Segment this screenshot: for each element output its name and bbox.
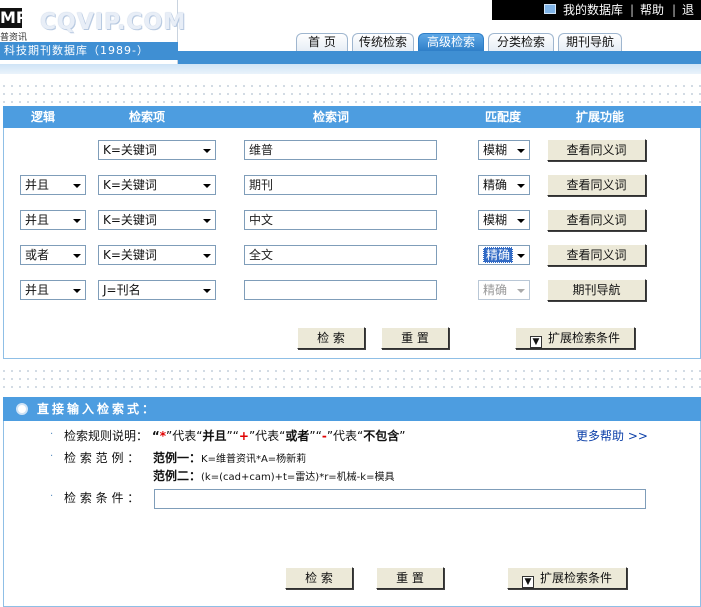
download-arrow-icon: ▼ [521, 576, 534, 588]
folder-icon [544, 4, 556, 14]
term-input[interactable]: 期刊 [244, 175, 437, 195]
chevron-down-icon [199, 246, 215, 264]
separator: | [672, 3, 677, 17]
chevron-down-icon [199, 141, 215, 159]
logic-select[interactable]: 并且 [20, 280, 86, 300]
example-label: 检 索 范 例 ： [64, 451, 140, 465]
chevron-down-icon [199, 281, 215, 299]
example-2: 范例二：(k=(cad+cam)+t=雷达)*r=机械-k=模具 [153, 469, 395, 483]
chevron-down-icon [513, 281, 529, 299]
logo: MP CQVIP.COM 普资讯 科技期刊数据库（1989-） [0, 0, 185, 64]
tab-traditional-search[interactable]: 传统检索 [352, 33, 414, 51]
chevron-down-icon [69, 176, 85, 194]
synonym-button[interactable]: 查看同义词 [547, 244, 646, 266]
field-select[interactable]: J=刊名 [98, 280, 216, 300]
chevron-down-icon [513, 211, 529, 229]
condition-input[interactable] [154, 489, 646, 509]
journal-navigation-button[interactable]: 期刊导航 [547, 279, 646, 301]
example-1: 范例一：K=维普资讯*A=杨新莉 [153, 451, 307, 465]
match-select[interactable]: 精确 [478, 175, 530, 195]
more-help-link[interactable]: 更多帮助 >> [576, 427, 648, 444]
chevron-down-icon [513, 246, 529, 264]
term-input[interactable]: 全文 [244, 245, 437, 265]
match-select[interactable]: 模糊 [478, 210, 530, 230]
my-database-link[interactable]: 我的数据库 [563, 0, 623, 20]
rules-line: 检索规则说明： “*”代表“并且”“+”代表“或者”“-”代表“不包含” [64, 429, 406, 443]
header-band [0, 64, 701, 74]
chevron-down-icon [513, 141, 529, 159]
expand-conditions-button[interactable]: ▼ 扩展检索条件 [515, 327, 635, 349]
chevron-down-icon [69, 211, 85, 229]
gear-icon [16, 403, 28, 415]
database-banner: 科技期刊数据库（1989-） [0, 42, 178, 60]
logic-select[interactable]: 或者 [20, 245, 86, 265]
header-bar [178, 51, 701, 64]
direct-expand-conditions-button[interactable]: ▼ 扩展检索条件 [507, 567, 627, 589]
direct-search-button[interactable]: 检 索 [285, 567, 353, 589]
search-button[interactable]: 检 索 [297, 327, 365, 349]
logic-select[interactable]: 并且 [20, 210, 86, 230]
chevron-down-icon [69, 246, 85, 264]
tab-advanced-search[interactable]: 高级检索 [418, 33, 484, 51]
synonym-button[interactable]: 查看同义词 [547, 209, 646, 231]
condition-label: 检 索 条 件 ： [64, 491, 140, 505]
rules-label: 检索规则说明： [64, 429, 149, 443]
chevron-down-icon [69, 281, 85, 299]
chevron-down-icon [199, 176, 215, 194]
synonym-button[interactable]: 查看同义词 [547, 174, 646, 196]
dot-divider [0, 367, 701, 393]
direct-input-title: 直接输入检索式： [37, 402, 158, 416]
term-input[interactable] [244, 280, 437, 300]
logo-mark: MP [0, 8, 28, 28]
chevron-down-icon [199, 211, 215, 229]
download-arrow-icon: ▼ [529, 336, 542, 348]
header-term: 检索词 [313, 110, 350, 124]
field-select[interactable]: K=关键词 [98, 245, 216, 265]
header-extension: 扩展功能 [576, 110, 625, 124]
term-input[interactable]: 中文 [244, 210, 437, 230]
top-bar: 我的数据库 | 帮助 | 退出 [492, 0, 701, 37]
table-header: 逻辑 检索项 检索词 匹配度 扩展功能 [3, 106, 701, 128]
match-select[interactable]: 精确 [478, 245, 530, 265]
dot-divider [0, 82, 701, 104]
field-select[interactable]: K=关键词 [98, 175, 216, 195]
match-select[interactable]: 模糊 [478, 140, 530, 160]
bullet-icon: · [50, 451, 54, 462]
tab-category-search[interactable]: 分类检索 [488, 33, 554, 51]
logic-select[interactable]: 并且 [20, 175, 86, 195]
chevron-down-icon [513, 176, 529, 194]
reset-button[interactable]: 重 置 [381, 327, 449, 349]
direct-reset-button[interactable]: 重 置 [376, 567, 444, 589]
help-link[interactable]: 帮助 [640, 0, 664, 20]
bullet-icon: · [50, 429, 54, 440]
synonym-button[interactable]: 查看同义词 [547, 139, 646, 161]
tab-home[interactable]: 首 页 [296, 33, 348, 51]
separator: | [630, 3, 635, 17]
tab-journal-navigation[interactable]: 期刊导航 [558, 33, 622, 51]
field-select[interactable]: K=关键词 [98, 140, 216, 160]
header-field: 检索项 [129, 110, 166, 124]
header-logic: 逻辑 [31, 110, 56, 124]
bullet-icon: · [50, 491, 54, 502]
field-select[interactable]: K=关键词 [98, 210, 216, 230]
match-select-disabled: 精确 [478, 280, 530, 300]
logo-text: CQVIP.COM [40, 10, 187, 35]
direct-input-header: 直接输入检索式： [3, 397, 701, 421]
logout-link[interactable]: 退出 [682, 0, 701, 40]
header-match: 匹配度 [485, 110, 522, 124]
term-input[interactable]: 维普 [244, 140, 437, 160]
